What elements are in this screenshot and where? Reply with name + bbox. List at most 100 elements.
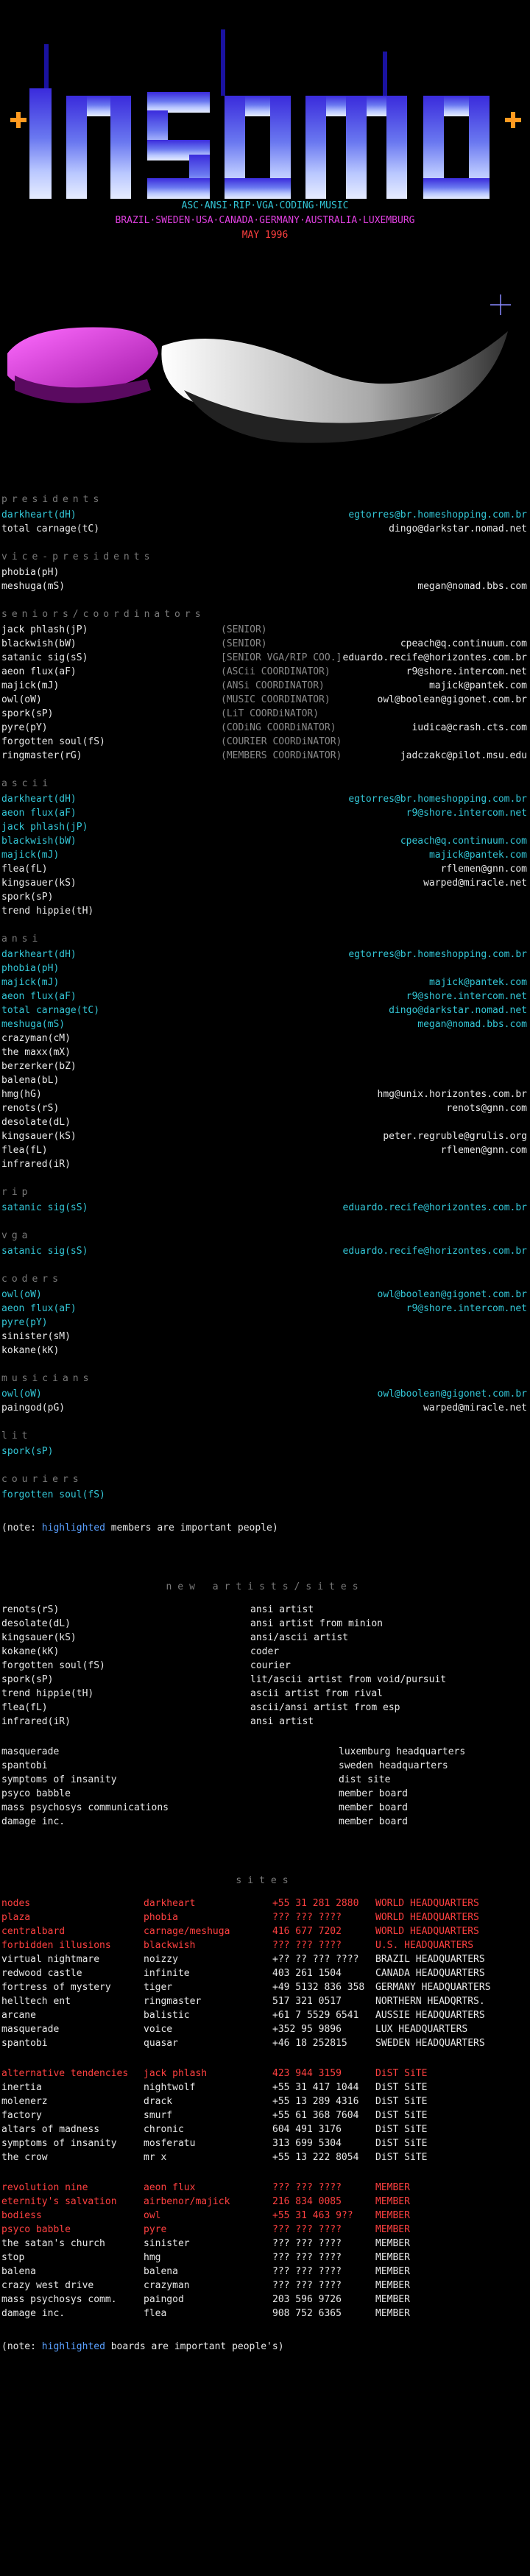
note: (note: highlighted members are important… [0, 1521, 530, 1535]
site-row: psyco babble pyre ??? ??? ???? MEMBER [0, 2223, 530, 2237]
member-row: kingsauer(kS) warped@miracle.net [0, 876, 530, 890]
member-name: phobia(pH) [1, 963, 60, 974]
site-row: centralbard carnage/meshuga 416 677 7202 WO… [0, 1924, 530, 1938]
site-name: mass psychosys comm. [1, 2294, 117, 2305]
site-status: DiST SiTE [375, 2152, 428, 2163]
site-sysop: quasar [144, 2038, 178, 2049]
new-site-name: psyco babble [1, 1788, 71, 1799]
site-sysop: sinister [144, 2238, 190, 2249]
new-site-desc: member board [339, 1802, 408, 1813]
site-name: balena [1, 2266, 36, 2277]
member-row: renots(rS) renots@gnn.com [0, 1101, 530, 1115]
new-artist-name: kingsauer(kS) [1, 1632, 77, 1643]
member-email: eduardo.recife@horizontes.com.br [342, 1202, 527, 1213]
new-site-row: masquerade luxemburg headquarters [0, 1745, 530, 1759]
header-line-2: BRAZIL·SWEDEN·USA·CANADA·GERMANY·AUSTRAL… [115, 215, 415, 226]
new-artist-name: desolate(dL) [1, 1618, 71, 1629]
member-name: total carnage(tC) [1, 1005, 100, 1016]
new-site-desc: luxemburg headquarters [339, 1746, 466, 1757]
site-row: arcane balistic +61 7 5529 6541 AUSSIE HEAD… [0, 2008, 530, 2022]
member-row: satanic sig(sS) eduardo.recife@horizontes… [0, 1244, 530, 1258]
member-name: darkheart(dH) [1, 794, 77, 805]
new-artist-desc: ascii/ansi artist from esp [250, 1702, 400, 1713]
member-row: aeon flux(aF) r9@shore.intercom.net [0, 806, 530, 820]
member-row: phobia(pH) [0, 565, 530, 579]
new-artist-row: forgotten soul(fS) courier [0, 1659, 530, 1673]
site-row: alternative tendencies jack phlash 423 944… [0, 2067, 530, 2081]
site-sysop: flea [144, 2308, 167, 2319]
member-email: eduardo.recife@horizontes.com.br [342, 652, 527, 663]
member-row: hmg(hG) hmg@unix.horizontes.com.br [0, 1087, 530, 1101]
site-phone: +352 95 9896 [272, 2024, 342, 2035]
site-phone: +61 7 5529 6541 [272, 2010, 359, 2021]
member-row: majick(mJ) majick@pantek.com [0, 975, 530, 989]
site-status: MEMBER [375, 2294, 410, 2305]
member-row: jack phlash(jP) (SENIOR) [0, 623, 530, 637]
member-row: satanic sig(sS) eduardo.recife@horizontes… [0, 1201, 530, 1215]
site-phone: 604 491 3176 [272, 2124, 342, 2135]
site-status: MEMBER [375, 2280, 410, 2291]
site-name: the satan's church [1, 2238, 105, 2249]
site-row: the satan's church sinister ??? ??? ???? ME… [0, 2237, 530, 2251]
member-email: dingo@darkstar.nomad.net [389, 1005, 527, 1016]
site-sysop: mr x [144, 2152, 167, 2163]
site-name: plaza [1, 1912, 31, 1923]
site-name: nodes [1, 1898, 31, 1909]
member-row: total carnage(tC) dingo@darkstar.nomad.ne… [0, 1003, 530, 1017]
site-name: virtual nightmare [1, 1954, 100, 1965]
site-status: WORLD HEADQUARTERS [375, 1912, 479, 1923]
site-sysop: blackwish [144, 1940, 196, 1951]
site-phone: 403 261 1504 [272, 1968, 342, 1979]
site-name: factory [1, 2110, 42, 2121]
member-name: balena(bL) [1, 1075, 60, 1086]
member-email: dingo@darkstar.nomad.net [389, 523, 527, 534]
site-sysop: smurf [144, 2110, 173, 2121]
site-row: plaza phobia ??? ??? ???? WORLD HEADQUARTER… [0, 1910, 530, 1924]
member-name: meshuga(mS) [1, 581, 66, 592]
new-artist-desc: ansi artist [250, 1604, 314, 1615]
member-row: darkheart(dH) egtorres@br.homeshopping.co… [0, 508, 530, 522]
site-name: spantobi [1, 2038, 48, 2049]
site-phone: +?? ?? ??? ???? [272, 1954, 359, 1965]
member-email: majick@pantek.com [428, 680, 527, 691]
member-row: owl(oW) (MUSIC COORDINATOR) owl@boolean@gi… [0, 693, 530, 707]
site-row: eternity's salvation airbenor/majick 216 8… [0, 2195, 530, 2209]
member-row: blackwish(bW) cpeach@q.continuum.com [0, 834, 530, 848]
site-status: MEMBER [375, 2210, 410, 2221]
site-status: LUX HEADQUARTERS [375, 2024, 468, 2035]
site-name: psyco babble [1, 2224, 71, 2235]
member-row: spork(sP) (LiT COORDiNATOR) [0, 707, 530, 721]
new-artist-name: trend hippie(tH) [1, 1688, 94, 1699]
member-email: cpeach@q.continuum.com [400, 638, 527, 649]
member-row: trend hippie(tH) [0, 904, 530, 918]
section-title: rip [1, 1187, 32, 1198]
member-role: (LiT COORDiNATOR) [221, 708, 319, 719]
site-sysop: chronic [144, 2124, 184, 2135]
new-site-row: symptoms of insanity dist site [0, 1773, 530, 1787]
member-role: (MEMBERS COORDiNATOR) [221, 750, 342, 761]
member-row: aeon flux(aF) r9@shore.intercom.net [0, 989, 530, 1003]
site-sysop: mosferatu [144, 2138, 196, 2149]
member-name: trend hippie(tH) [1, 906, 94, 917]
member-email: warped@miracle.net [423, 1402, 527, 1414]
new-site-row: mass psychosys communications member boar… [0, 1801, 530, 1815]
new-artist-row: spork(sP) lit/ascii artist from void/purs… [0, 1673, 530, 1687]
member-name: kingsauer(kS) [1, 1131, 77, 1142]
site-sysop: phobia [144, 1912, 178, 1923]
member-row: satanic sig(sS) [SENIOR VGA/RIP COO.] edua… [0, 651, 530, 665]
site-name: arcane [1, 2010, 36, 2021]
site-sysop: noizzy [144, 1954, 178, 1965]
new-artist-row: desolate(dL) ansi artist from minion [0, 1617, 530, 1631]
member-name: aeon flux(aF) [1, 991, 77, 1002]
new-artist-name: forgotten soul(fS) [1, 1660, 105, 1671]
member-name: aeon flux(aF) [1, 666, 77, 677]
member-row: kokane(kK) [0, 1344, 530, 1358]
site-status: DiST SiTE [375, 2138, 428, 2149]
note-text: important people [180, 1522, 272, 1534]
member-list: presidents darkheart(dH) egtorres@br.homes… [0, 479, 530, 2354]
member-email: majick@pantek.com [428, 850, 527, 861]
member-name: spork(sP) [1, 892, 54, 903]
site-sysop: nightwolf [144, 2082, 196, 2093]
member-name: blackwish(bW) [1, 638, 77, 649]
member-name: desolate(dL) [1, 1117, 71, 1128]
